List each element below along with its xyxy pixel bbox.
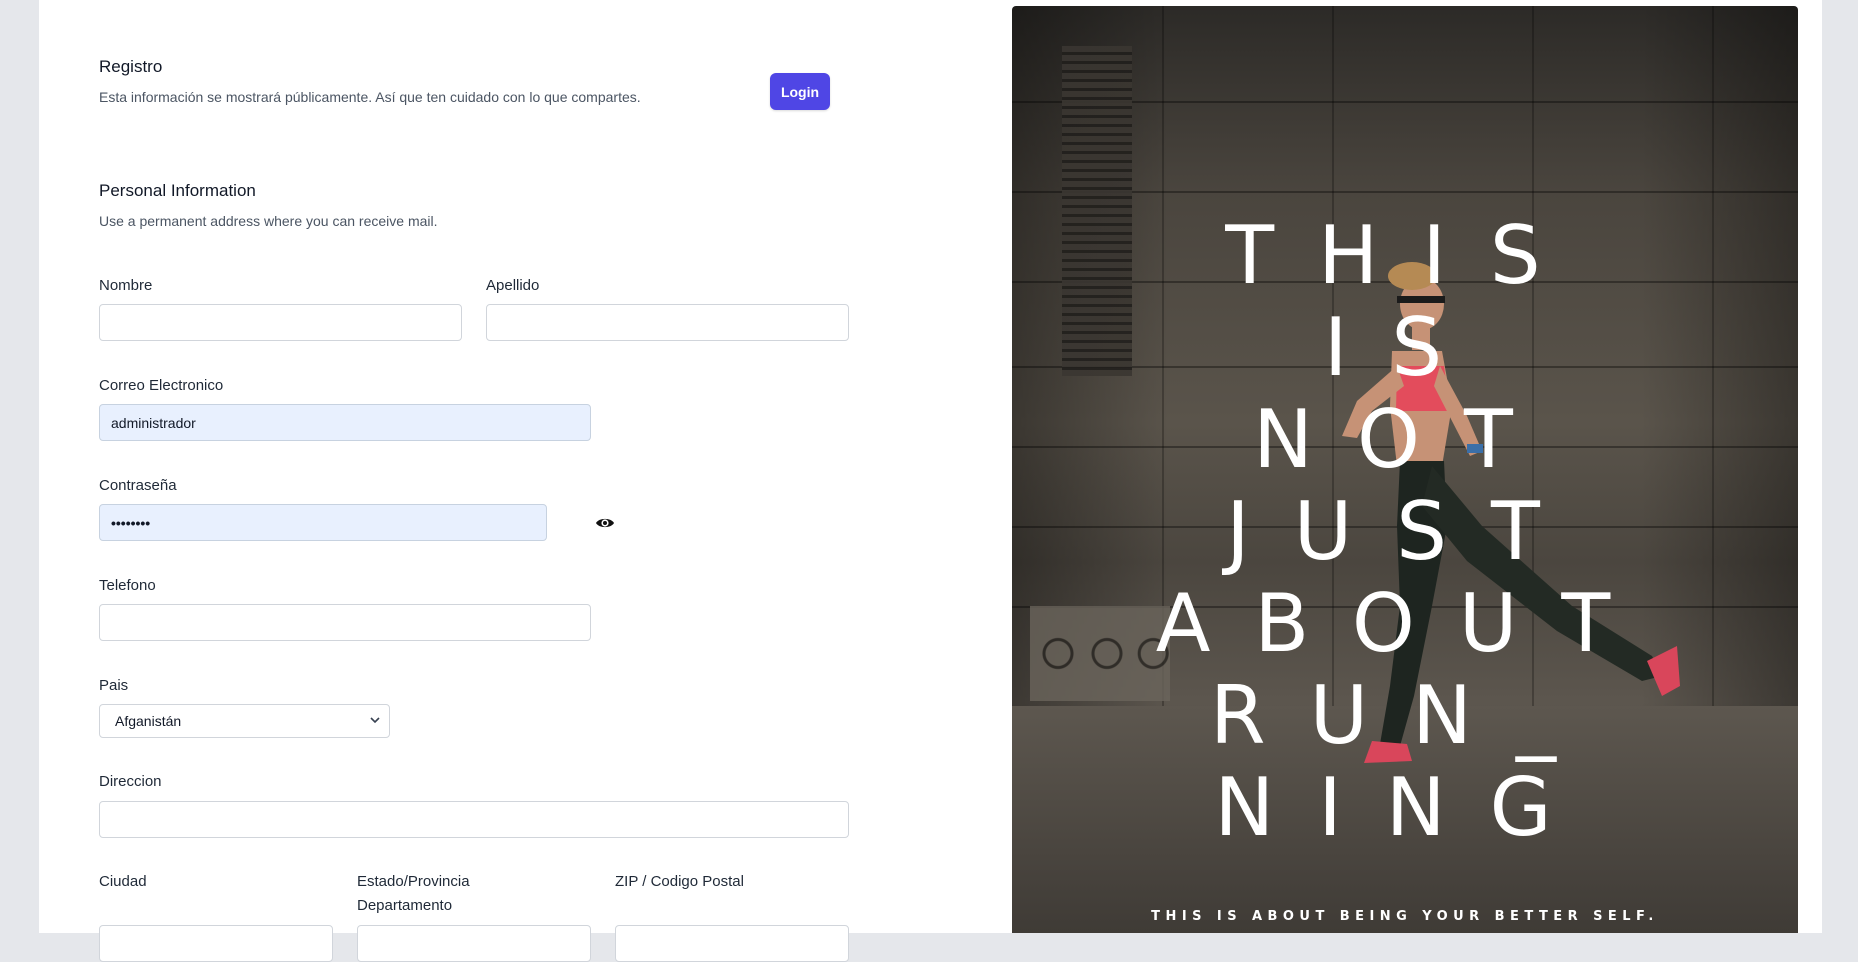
ciudad-label: Ciudad xyxy=(99,873,147,890)
pais-label: Pais xyxy=(99,677,129,694)
nombre-label: Nombre xyxy=(99,277,153,294)
correo-label: Correo Electronico xyxy=(99,377,224,394)
zip-label: ZIP / Codigo Postal xyxy=(615,873,744,890)
estado-label-line1: Estado/Provincia xyxy=(357,873,470,890)
telefono-label: Telefono xyxy=(99,577,156,594)
password-input[interactable] xyxy=(99,504,547,541)
direccion-label: Direccion xyxy=(99,773,162,790)
nombre-input[interactable] xyxy=(99,304,462,341)
country-select-value: Afganistán xyxy=(115,713,182,729)
email-input[interactable] xyxy=(99,404,591,441)
poster-line-7: NING xyxy=(1214,761,1596,854)
telefono-input[interactable] xyxy=(99,604,591,641)
poster-line-2: IS xyxy=(1323,301,1487,394)
section-subtitle: Use a permanent address where you can re… xyxy=(99,213,438,229)
zip-input[interactable] xyxy=(615,925,849,962)
poster-tagline: THIS IS ABOUT BEING YOUR BETTER SELF. xyxy=(1151,909,1659,924)
direccion-input[interactable] xyxy=(99,801,849,838)
contrasena-label: Contraseña xyxy=(99,477,177,494)
eye-icon[interactable] xyxy=(595,513,615,533)
poster-line-1: THIS xyxy=(1225,209,1585,302)
apellido-input[interactable] xyxy=(486,304,849,341)
page-title: Registro xyxy=(99,57,163,76)
page-subtitle: Esta información se mostrará públicament… xyxy=(99,89,641,105)
country-select[interactable]: Afganistán xyxy=(99,704,390,738)
chevron-down-icon xyxy=(361,715,389,727)
section-title: Personal Information xyxy=(99,181,256,200)
estado-input[interactable] xyxy=(357,925,591,962)
ciudad-input[interactable] xyxy=(99,925,333,962)
poster-line-6: RUN_ xyxy=(1210,669,1600,762)
apellido-label: Apellido xyxy=(486,277,540,294)
poster-line-4: JUST xyxy=(1226,485,1584,578)
running-poster-image: THIS IS NOT JUST ABOUT RUN_ NING THIS IS… xyxy=(1012,6,1798,933)
estado-label-line2: Departamento xyxy=(357,897,453,914)
registration-page: Registro Esta información se mostrará pú… xyxy=(39,0,1822,962)
login-button[interactable]: Login xyxy=(770,73,830,110)
poster-line-5: ABOUT xyxy=(1155,577,1655,670)
poster-line-3: NOT xyxy=(1253,393,1557,486)
